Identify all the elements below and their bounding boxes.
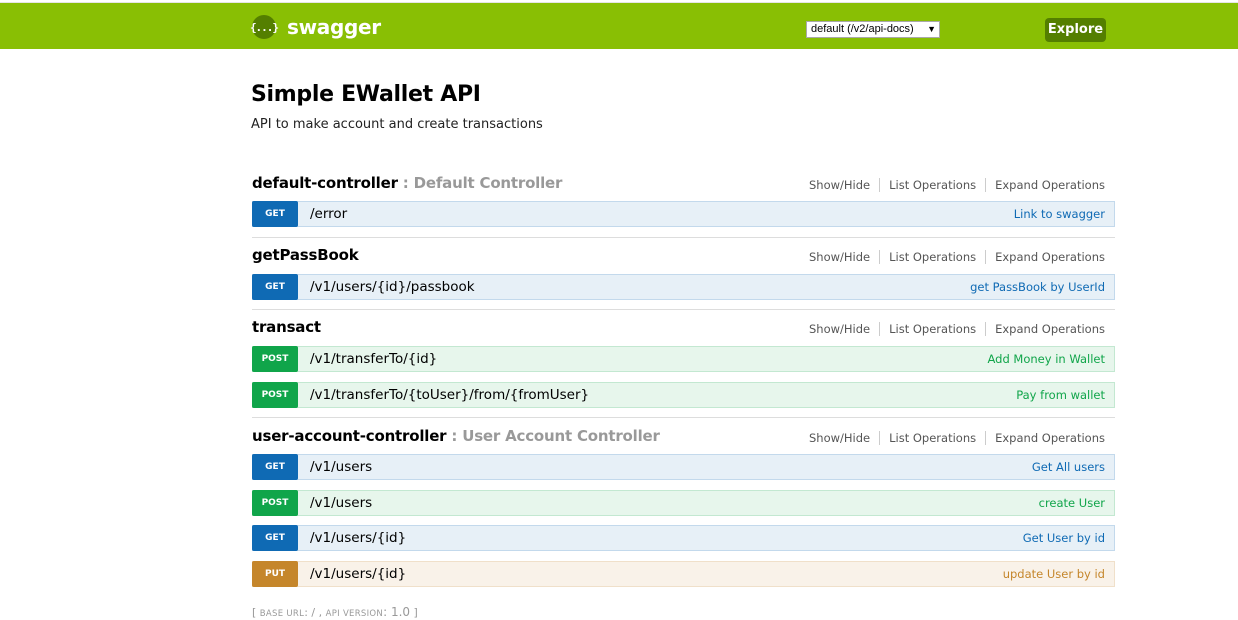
footer-info: [ base url: / , api version: 1.0 ] xyxy=(252,605,418,619)
operation-summary: Link to swagger xyxy=(1013,207,1105,221)
operation-put-user-by-id[interactable]: PUT /v1/users/{id} update User by id xyxy=(252,561,1115,587)
dropdown-arrow-icon: ▼ xyxy=(927,24,936,34)
operation-get-passbook[interactable]: GET /v1/users/{id}/passbook get PassBook… xyxy=(252,274,1115,300)
operation-summary: Pay from wallet xyxy=(1016,388,1105,402)
resource-divider xyxy=(252,417,1115,418)
operation-get-error[interactable]: GET /error Link to swagger xyxy=(252,201,1115,227)
operation-summary: Get User by id xyxy=(1022,531,1105,545)
resource-name: user-account-controller xyxy=(252,427,447,445)
operation-path: /v1/transferTo/{id} xyxy=(310,351,438,367)
http-method-badge: GET xyxy=(252,201,298,227)
operation-summary: create User xyxy=(1038,496,1105,510)
base-url-value: : / , xyxy=(304,606,326,619)
swagger-logo[interactable]: {...} swagger xyxy=(250,15,381,39)
logo-text: swagger xyxy=(287,15,381,39)
resource-title[interactable]: transact xyxy=(252,318,321,336)
http-method-badge: POST xyxy=(252,382,298,408)
explore-button[interactable]: Explore xyxy=(1045,18,1106,42)
operation-path: /v1/transferTo/{toUser}/from/{fromUser} xyxy=(310,387,590,403)
footer-bracket-open: [ xyxy=(252,606,260,619)
operation-path: /v1/users/{id} xyxy=(310,530,407,546)
list-operations-link[interactable]: List Operations xyxy=(880,178,985,192)
base-url-label: base url xyxy=(259,609,305,619)
operation-summary: get PassBook by UserId xyxy=(970,280,1105,294)
show-hide-link[interactable]: Show/Hide xyxy=(800,322,879,336)
swagger-logo-icon: {...} xyxy=(250,15,279,39)
api-spec-select[interactable]: default (/v2/api-docs) ▼ xyxy=(806,21,940,38)
http-method-badge: PUT xyxy=(252,561,298,587)
expand-operations-link[interactable]: Expand Operations xyxy=(986,178,1105,192)
list-operations-link[interactable]: List Operations xyxy=(880,250,985,264)
operation-post-users[interactable]: POST /v1/users create User xyxy=(252,490,1115,516)
operation-path: /error xyxy=(310,206,348,222)
show-hide-link[interactable]: Show/Hide xyxy=(800,250,879,264)
resource-header-user-account-controller: user-account-controller : User Account C… xyxy=(252,427,1115,449)
resource-actions: Show/Hide List Operations Expand Operati… xyxy=(800,322,1105,336)
resource-header-default-controller: default-controller : Default Controller … xyxy=(252,174,1115,196)
resource-actions: Show/Hide List Operations Expand Operati… xyxy=(800,178,1105,192)
operation-summary: Get All users xyxy=(1031,460,1105,474)
http-method-badge: GET xyxy=(252,274,298,300)
expand-operations-link[interactable]: Expand Operations xyxy=(986,250,1105,264)
api-title: Simple EWallet API xyxy=(251,82,481,107)
resource-title[interactable]: default-controller : Default Controller xyxy=(252,174,562,192)
http-method-badge: POST xyxy=(252,346,298,372)
api-version-label: api version xyxy=(325,609,384,619)
operation-summary: update User by id xyxy=(1002,567,1105,581)
api-version-value: : 1.0 xyxy=(383,605,411,619)
expand-operations-link[interactable]: Expand Operations xyxy=(986,431,1105,445)
resource-name: transact xyxy=(252,318,321,336)
operation-path: /v1/users xyxy=(310,459,373,475)
operation-summary: Add Money in Wallet xyxy=(987,352,1106,366)
http-method-badge: GET xyxy=(252,454,298,480)
operation-path: /v1/users/{id}/passbook xyxy=(310,279,475,295)
operation-get-user-by-id[interactable]: GET /v1/users/{id} Get User by id xyxy=(252,525,1115,551)
operation-post-transfer[interactable]: POST /v1/transferTo/{id} Add Money in Wa… xyxy=(252,346,1115,372)
resource-header-transact: transact Show/Hide List Operations Expan… xyxy=(252,318,1115,340)
expand-operations-link[interactable]: Expand Operations xyxy=(986,322,1105,336)
spec-select-value: default (/v2/api-docs) xyxy=(811,23,914,35)
operation-path: /v1/users xyxy=(310,495,373,511)
resource-divider xyxy=(252,309,1115,310)
operation-get-users[interactable]: GET /v1/users Get All users xyxy=(252,454,1115,480)
resource-actions: Show/Hide List Operations Expand Operati… xyxy=(800,431,1105,445)
show-hide-link[interactable]: Show/Hide xyxy=(800,178,879,192)
list-operations-link[interactable]: List Operations xyxy=(880,431,985,445)
http-method-badge: GET xyxy=(252,525,298,551)
resource-name: default-controller xyxy=(252,174,398,192)
resource-description: : User Account Controller xyxy=(446,427,660,445)
resource-title[interactable]: user-account-controller : User Account C… xyxy=(252,427,660,445)
footer-bracket-close: ] xyxy=(410,606,418,619)
resource-description: : Default Controller xyxy=(397,174,563,192)
list-operations-link[interactable]: List Operations xyxy=(880,322,985,336)
http-method-badge: POST xyxy=(252,490,298,516)
resource-title[interactable]: getPassBook xyxy=(252,246,359,264)
top-bar: {...} swagger default (/v2/api-docs) ▼ E… xyxy=(0,2,1238,49)
resource-name: getPassBook xyxy=(252,246,359,264)
api-description: API to make account and create transacti… xyxy=(251,117,543,132)
operation-path: /v1/users/{id} xyxy=(310,566,407,582)
show-hide-link[interactable]: Show/Hide xyxy=(800,431,879,445)
resource-divider xyxy=(252,237,1115,238)
resource-actions: Show/Hide List Operations Expand Operati… xyxy=(800,250,1105,264)
operation-post-transfer-from[interactable]: POST /v1/transferTo/{toUser}/from/{fromU… xyxy=(252,382,1115,408)
resource-header-getpassbook: getPassBook Show/Hide List Operations Ex… xyxy=(252,246,1115,268)
